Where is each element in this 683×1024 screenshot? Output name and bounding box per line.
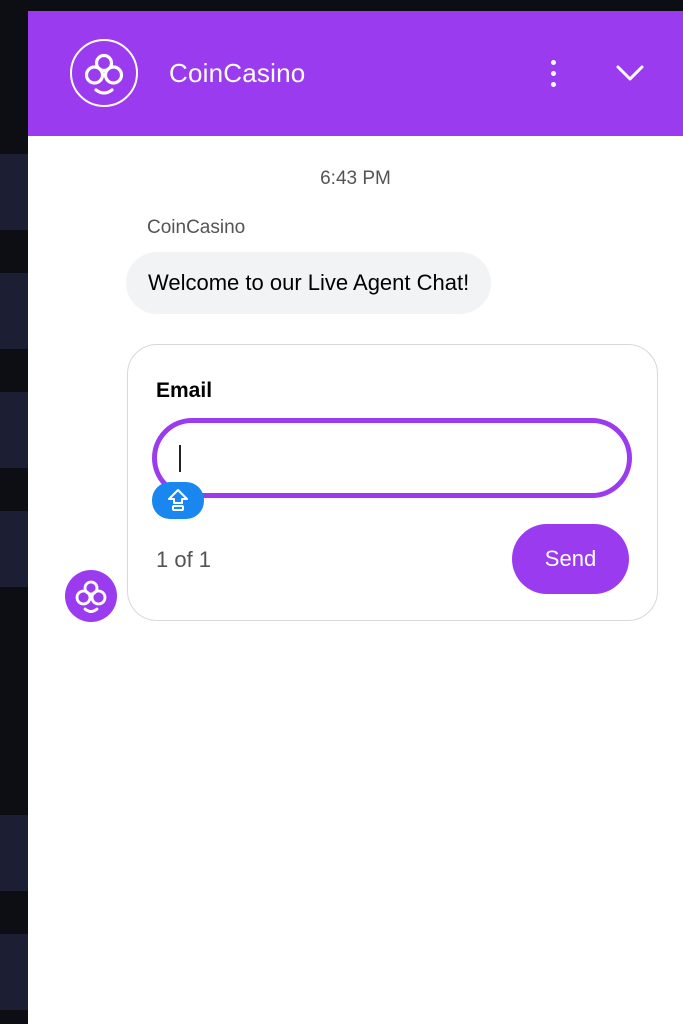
text-cursor [179,445,181,472]
background-panel [0,273,28,349]
email-label: Email [156,379,213,402]
background-panel [0,934,28,1010]
email-form-card: Email 1 of 1 Send [127,344,658,621]
chat-title: CoinCasino [169,58,306,88]
avatar [65,570,117,622]
email-field[interactable] [152,418,632,498]
chat-window: CoinCasino 6:43 PM CoinCasino Welcome to… [28,11,683,1024]
sender-name: CoinCasino [147,217,246,238]
kebab-menu-icon[interactable] [538,57,568,91]
coincasino-logo-icon [70,39,138,107]
chevron-down-icon[interactable] [612,61,648,87]
page-indicator: 1 of 1 [156,547,212,572]
message-timestamp: 6:43 PM [320,168,391,189]
password-autofill-icon[interactable] [152,482,204,519]
background-panel [0,392,28,468]
background-panel [0,815,28,891]
background-panel [0,511,28,587]
background-panel [0,154,28,230]
page-top-edge [28,0,683,11]
chat-header: CoinCasino [28,11,683,136]
send-button[interactable]: Send [512,524,629,594]
welcome-message: Welcome to our Live Agent Chat! [126,252,492,314]
